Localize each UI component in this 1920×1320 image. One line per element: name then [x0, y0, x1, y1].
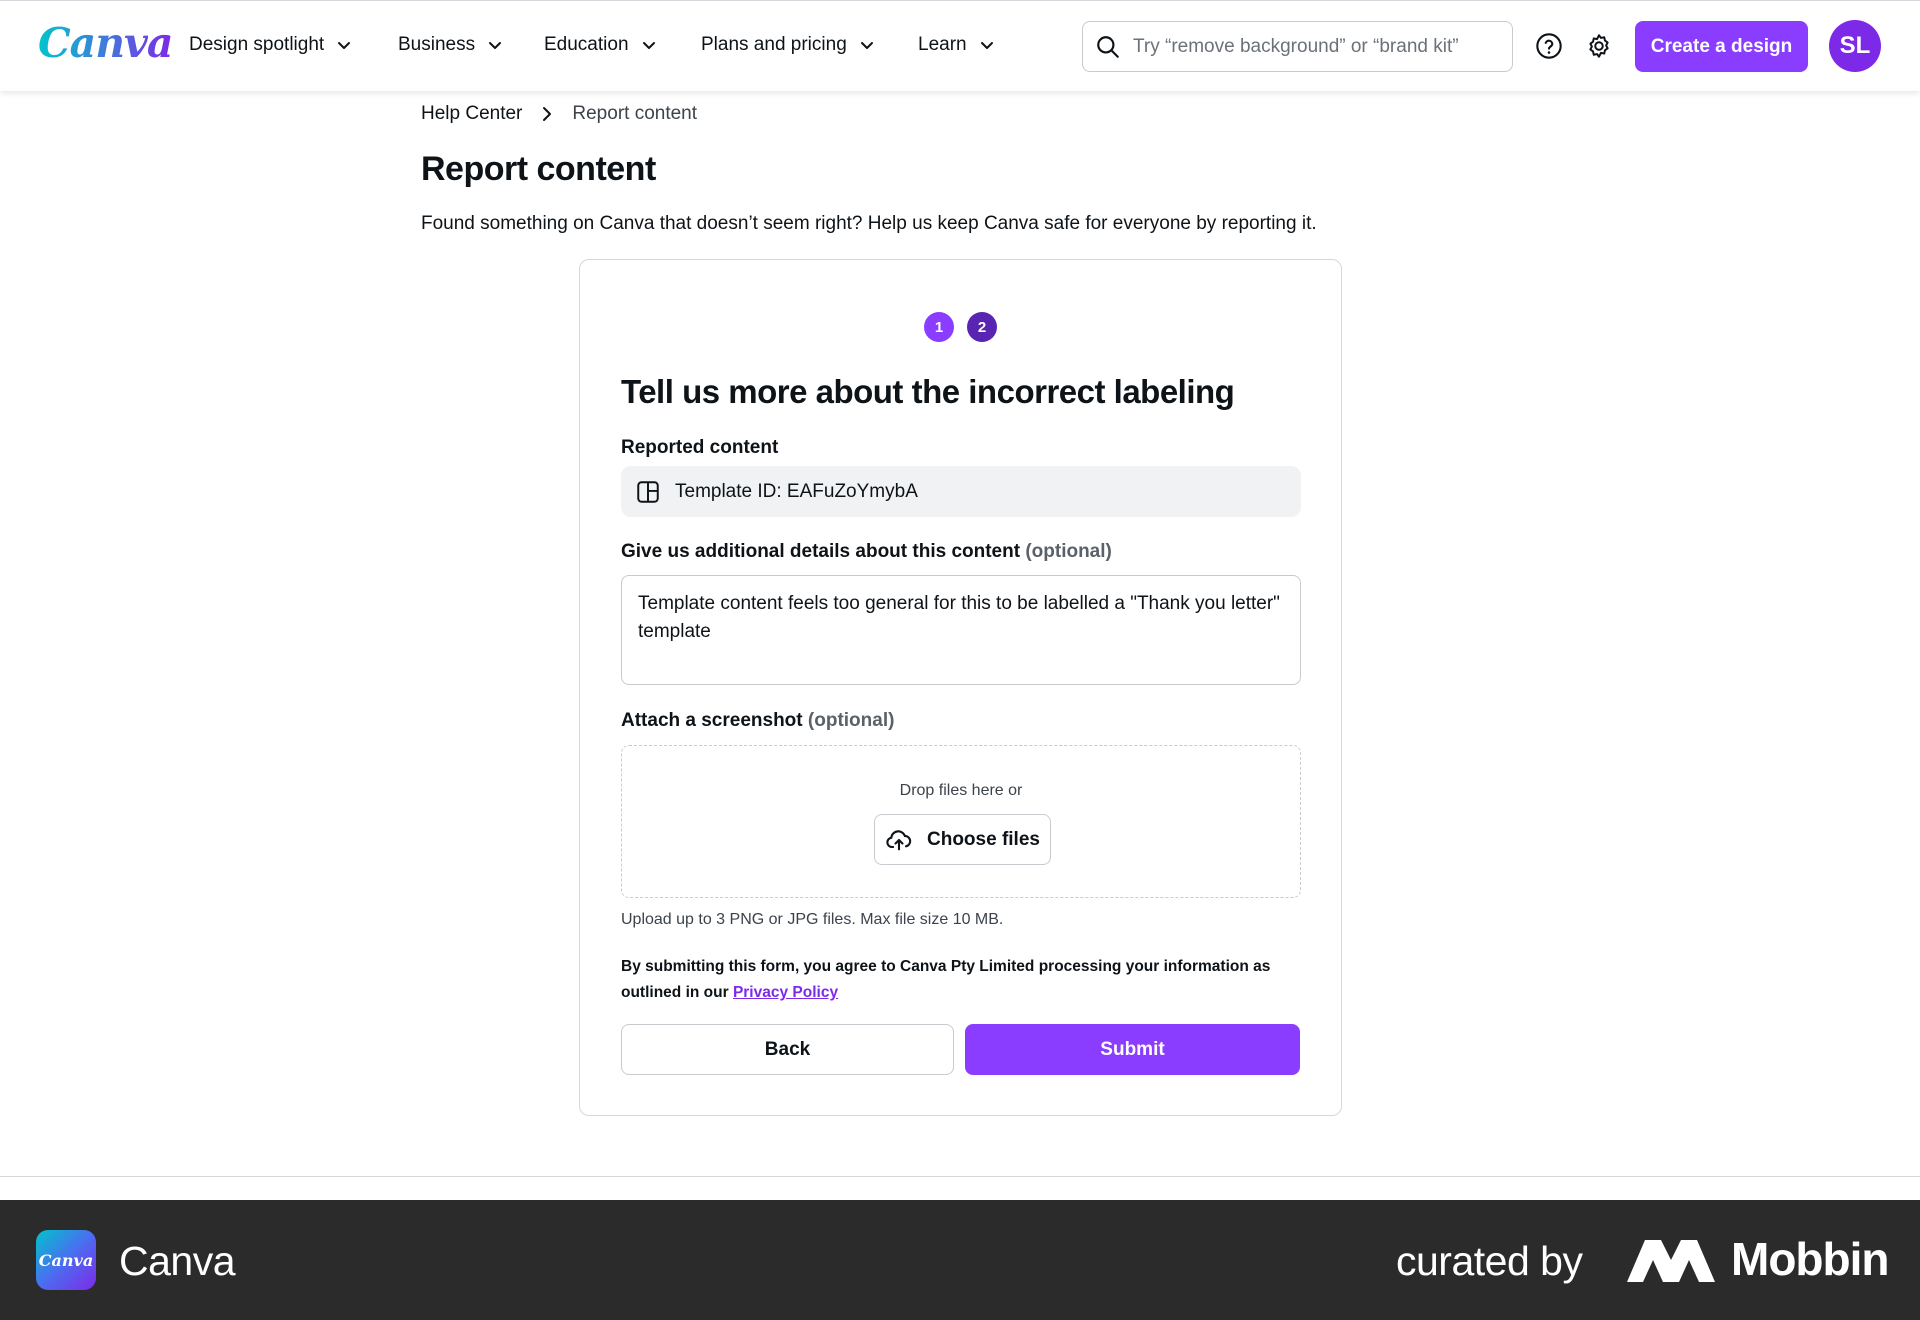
breadcrumb-current: Report content [572, 103, 698, 124]
top-navigation-bar: Canva Design spotlight Business Educatio… [0, 0, 1920, 91]
help-button[interactable] [1532, 29, 1566, 63]
back-button[interactable]: Back [621, 1024, 954, 1075]
chevron-down-icon [489, 42, 502, 49]
nav-education[interactable]: Education [544, 34, 657, 56]
mobbin-wordmark: Mobbin [1731, 1233, 1889, 1285]
cloud-upload-icon [886, 829, 912, 850]
search-box [1082, 21, 1513, 72]
file-dropzone[interactable]: Drop files here or Choose files [621, 745, 1301, 898]
nav-plans-and-pricing[interactable]: Plans and pricing [701, 34, 875, 56]
submit-button[interactable]: Submit [965, 1024, 1300, 1075]
consent-text: By submitting this form, you agree to Ca… [621, 954, 1301, 1006]
nav-label: Business [398, 34, 476, 55]
privacy-policy-link[interactable]: Privacy Policy [733, 984, 838, 1001]
footer-divider [0, 1176, 1920, 1177]
mobbin-logo-icon [1627, 1240, 1715, 1282]
help-icon [1536, 33, 1562, 59]
step-2: 2 [967, 312, 997, 342]
nav-business[interactable]: Business [398, 34, 503, 56]
page-title: Report content [421, 150, 656, 188]
label-text: Attach a screenshot [621, 710, 803, 731]
curated-by-text: curated by [1396, 1238, 1583, 1284]
reported-content-field: Template ID: EAFuZoYmybA [621, 466, 1301, 517]
choose-files-button[interactable]: Choose files [874, 814, 1051, 865]
chevron-down-icon [980, 42, 993, 49]
canva-app-icon: Canva [36, 1230, 96, 1290]
nav-label: Design spotlight [189, 34, 325, 55]
upload-note: Upload up to 3 PNG or JPG files. Max fil… [621, 911, 1004, 928]
gear-icon [1589, 34, 1609, 58]
choose-files-label: Choose files [927, 828, 1040, 850]
create-design-button[interactable]: Create a design [1635, 21, 1808, 72]
optional-tag: (optional) [1025, 541, 1112, 562]
nav-design-spotlight[interactable]: Design spotlight [189, 34, 352, 56]
attach-label: Attach a screenshot (optional) [621, 710, 894, 732]
page-intro: Found something on Canva that doesn’t se… [421, 213, 1317, 234]
canva-logo[interactable]: Canva [38, 19, 173, 67]
template-icon [637, 480, 659, 503]
details-textarea[interactable]: Template content feels too general for t… [621, 575, 1301, 685]
nav-label: Learn [918, 34, 967, 55]
footer-brand-name: Canva [119, 1238, 236, 1284]
details-label: Give us additional details about this co… [621, 541, 1112, 563]
breadcrumb-help-center[interactable]: Help Center [421, 103, 522, 125]
chevron-down-icon [338, 42, 351, 49]
chevron-down-icon [642, 42, 655, 49]
nav-label: Education [544, 34, 629, 55]
step-indicator: 1 2 [924, 312, 997, 342]
step-1: 1 [924, 312, 954, 342]
chevron-down-icon [860, 42, 873, 49]
form-title: Tell us more about the incorrect labelin… [621, 373, 1235, 410]
drop-text: Drop files here or [899, 782, 1023, 799]
nav-learn[interactable]: Learn [918, 34, 995, 56]
label-text: Give us additional details about this co… [621, 541, 1021, 562]
search-icon [1097, 35, 1119, 58]
breadcrumb: Help Center Report content [421, 103, 697, 125]
search-input[interactable] [1133, 35, 1493, 58]
chevron-right-icon [543, 107, 552, 121]
nav-label: Plans and pricing [701, 34, 847, 55]
footer-banner: Canva Canva curated by Mobbin [0, 1200, 1920, 1320]
optional-tag: (optional) [807, 710, 895, 731]
reported-content-value: Template ID: EAFuZoYmybA [675, 480, 918, 502]
report-form-card: 1 2 Tell us more about the incorrect lab… [579, 259, 1342, 1116]
label-text: Reported content [621, 437, 779, 458]
settings-button[interactable] [1582, 29, 1616, 63]
avatar[interactable]: SL [1829, 20, 1881, 72]
consent-body: By submitting this form, you agree to Ca… [621, 958, 1271, 1001]
reported-content-label: Reported content [621, 437, 778, 459]
